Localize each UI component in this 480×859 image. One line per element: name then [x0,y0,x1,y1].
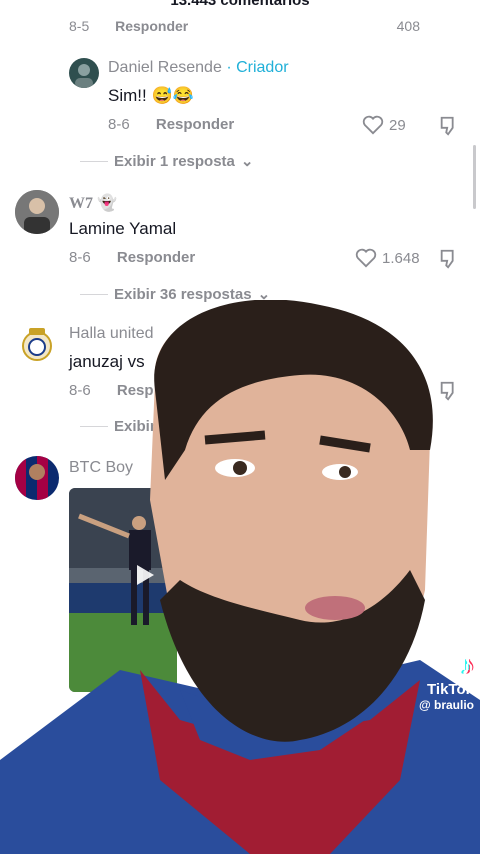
reply-button[interactable]: Responder [117,249,195,266]
dislike-button[interactable] [438,248,460,275]
tiktok-logo-icon: ♪ [461,650,474,680]
comment-date: 8-6 [69,249,91,266]
chevron-down-icon: ⌄ [240,153,254,170]
partial-comment-meta: 8-5 Responder 408 [69,18,460,38]
view-replies-label[interactable]: Exibir 1 resposta [114,153,235,170]
comment-text: Lamine Yamal [69,219,177,238]
heart-icon [362,115,384,135]
view-replies-toggle[interactable]: Exibir 1 resposta ⌄ [80,152,253,170]
comment-date: 8-5 [69,18,90,34]
comment-meta: 8-6 Responder [69,249,195,266]
watermark-handle: @ braulio [418,698,474,712]
comment-meta: 8-6 Responder [108,116,234,133]
thumbs-down-icon [440,116,454,136]
creator-video-overlay [0,299,480,854]
divider-line [80,160,108,162]
comment-author[interactable]: Daniel Resende · Criador [108,59,289,77]
author-name[interactable]: W7 👻 [69,193,117,213]
comment-date: 8-6 [108,116,130,133]
thumbs-down-icon [440,249,454,269]
avatar[interactable] [69,58,99,88]
author-name[interactable]: Daniel Resende [108,59,222,76]
tiktok-watermark: ♪ TikTok @ braulio [419,650,474,712]
like-count: 408 [396,18,420,34]
avatar-image [15,190,59,234]
dislike-button[interactable] [438,115,460,142]
reply-button[interactable]: Responder [115,18,188,34]
avatar[interactable] [15,190,59,234]
comment-text: Sim!! 😅😂 [108,86,194,105]
comment-count-header: 13.443 comentarios [170,0,310,9]
heart-icon [355,248,377,268]
watermark-brand: TikTok [427,681,474,698]
creator-badge: · Criador [226,59,289,76]
like-count: 29 [389,116,406,134]
scrollbar[interactable] [473,145,476,209]
reply-button[interactable]: Responder [156,116,234,133]
divider-line [80,293,108,295]
avatar-image [75,64,93,88]
like-button[interactable]: 29 [362,115,406,135]
like-button[interactable]: 1.648 [355,248,420,268]
creator-face [0,299,480,854]
like-count: 1.648 [382,249,420,267]
